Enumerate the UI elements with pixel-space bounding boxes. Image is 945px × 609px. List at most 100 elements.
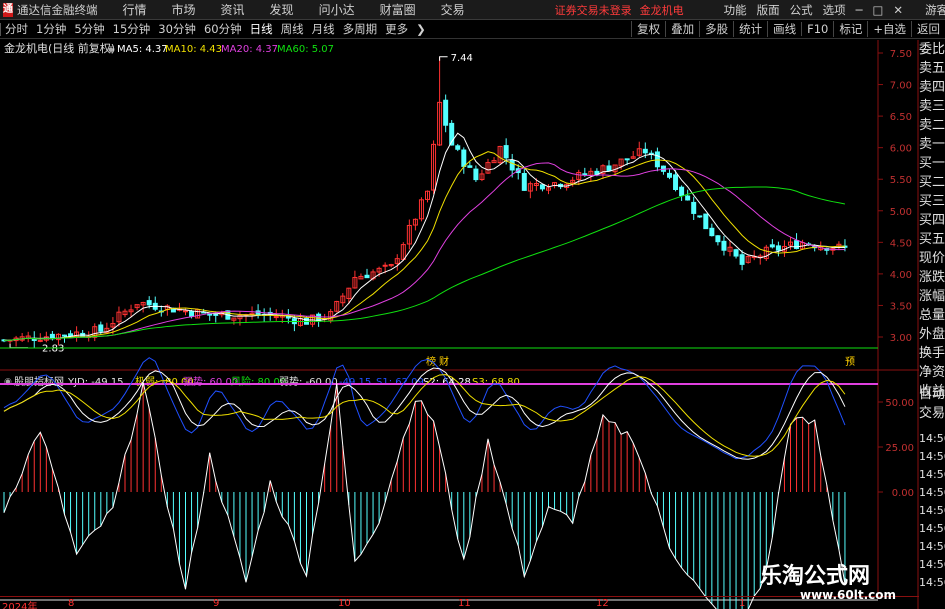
- candle-body: [794, 240, 800, 250]
- sidebar-item[interactable]: 交易: [919, 404, 945, 423]
- ma-label-1: MA10: 4.43: [165, 44, 222, 55]
- candle-body: [461, 149, 467, 167]
- indicator-value-8: S3: 68.80: [472, 377, 520, 388]
- sidebar-item[interactable]: 卖一: [919, 135, 945, 154]
- sidebar-item[interactable]: 买三: [919, 192, 945, 211]
- sidebar-item[interactable]: 买五: [919, 230, 945, 249]
- sidebar-item[interactable]: 外盘: [919, 325, 945, 344]
- candle-body: [697, 215, 703, 218]
- indicator-value-0: YJD: -49.15: [67, 377, 124, 388]
- indicator-value-4: 弱势: -60.00: [279, 375, 338, 388]
- sidebar-item[interactable]: 卖二: [919, 116, 945, 135]
- date-label: 11: [458, 598, 471, 609]
- sidebar-item[interactable]: 卖四: [919, 78, 945, 97]
- tick-time: 14:56: [919, 432, 945, 445]
- candle-body: [503, 145, 509, 159]
- candle-body: [521, 173, 527, 191]
- candle-body: [183, 310, 188, 313]
- tick-time: 14:56: [919, 468, 945, 481]
- indicator-value-2: 强势: 60.00: [183, 375, 238, 388]
- quote-sidebar: 委比 卖五 卖四 卖三 卖二 卖一 买一 买二 买三 买四 买五 现价 涨跌 涨幅 总量 外盘 换手 净资 收益 自动…: [919, 40, 945, 609]
- indicator-value-3: 风险: 80.00: [231, 375, 286, 388]
- event-tag: 预: [845, 356, 855, 368]
- high-marker: [439, 56, 448, 61]
- ma-label-2: MA20: 4.37: [221, 44, 278, 55]
- candle-body: [443, 99, 449, 126]
- price-tick-label: 7.50: [890, 49, 912, 60]
- settings-icon: ◉: [107, 45, 115, 55]
- date-label: 1: [739, 598, 746, 609]
- candle-body: [62, 334, 67, 337]
- candle-body: [467, 165, 473, 168]
- price-tick-label: 6.50: [890, 112, 912, 123]
- candle-body: [679, 186, 685, 197]
- candle-body: [539, 184, 545, 190]
- sidebar-item[interactable]: 卖五: [919, 59, 945, 78]
- ma-label-0: MA5: 4.37: [117, 44, 168, 55]
- ma20-line: [3, 162, 845, 341]
- candle-body: [733, 249, 739, 257]
- sidebar-item[interactable]: 买一: [919, 154, 945, 173]
- price-tick-label: 5.00: [890, 207, 912, 218]
- sidebar-item[interactable]: 换手: [919, 344, 945, 363]
- candle-body: [98, 324, 104, 332]
- settings-icon: ◉: [4, 377, 12, 387]
- candle-body: [382, 264, 388, 267]
- price-tick-label: 3.50: [890, 301, 912, 312]
- price-tick-label: 7.00: [890, 81, 912, 92]
- candle-body: [509, 159, 515, 171]
- tick-time: 14:56: [919, 576, 945, 589]
- tick-time: 14:56: [919, 558, 945, 571]
- candle-body: [775, 245, 781, 251]
- sidebar-item[interactable]: 自动: [919, 385, 945, 404]
- app-window: 通 通达信金融终端 行情 市场 资讯 发现 问小达 财富圈 交易 证券交易未登录…: [0, 0, 945, 609]
- candle-body: [709, 227, 715, 237]
- candle-body: [721, 240, 727, 251]
- sidebar-item[interactable]: 委比: [919, 40, 945, 59]
- sidebar-item[interactable]: 总量: [919, 306, 945, 325]
- indicator-tick-label: 0.00: [892, 488, 914, 499]
- sidebar-item[interactable]: 净资: [919, 363, 945, 382]
- price-tick-label: 5.50: [890, 175, 912, 186]
- chart-title: 金龙机电(日线 前复权): [4, 41, 115, 55]
- candle-body: [189, 310, 195, 317]
- tick-time: 14:56: [919, 540, 945, 553]
- candle-body: [455, 145, 461, 150]
- sidebar-item[interactable]: 卖三: [919, 97, 945, 116]
- candle-body: [703, 213, 709, 230]
- candle-body: [769, 244, 775, 248]
- tick-time: 14:56: [919, 486, 945, 499]
- date-label: 12: [596, 598, 609, 609]
- candle-body: [739, 254, 745, 265]
- candle-body: [606, 165, 612, 172]
- candle-body: [624, 158, 630, 161]
- event-tag: 财: [439, 355, 449, 368]
- candle-body: [364, 274, 370, 279]
- tick-time: 14:56: [919, 504, 945, 517]
- low-marker: [9, 343, 29, 349]
- indicator-value-5: -49.15: [339, 377, 371, 388]
- candle-body: [685, 195, 691, 201]
- high-label: 7.44: [451, 53, 473, 64]
- sidebar-item[interactable]: 涨跌: [919, 268, 945, 287]
- date-label: 8: [68, 598, 75, 609]
- chart-canvas[interactable]: 7.50 7.00 6.50 6.00 5.50 5.00 4.50 4.00 3.50 3.00…: [0, 0, 945, 609]
- sidebar-item[interactable]: 买二: [919, 173, 945, 192]
- sidebar-item[interactable]: 买四: [919, 211, 945, 230]
- candle-body: [667, 172, 672, 178]
- date-label: 10: [338, 598, 351, 609]
- price-tick-label: 3.00: [890, 333, 912, 344]
- sidebar-item[interactable]: 涨幅: [919, 287, 945, 306]
- candle-body: [37, 339, 43, 342]
- sidebar-item[interactable]: 现价: [919, 249, 945, 268]
- candle-body: [273, 316, 279, 319]
- price-tick-label: 4.50: [890, 238, 912, 249]
- ma-label-3: MA60: 5.07: [277, 44, 334, 55]
- date-label: 2024年: [2, 602, 38, 609]
- yjd-line: [3, 382, 846, 609]
- candle-body: [582, 173, 588, 176]
- candle-body: [715, 235, 721, 243]
- tick-time: 14:56: [919, 522, 945, 535]
- low-label: 2.83: [42, 344, 64, 355]
- candle-body: [691, 201, 697, 214]
